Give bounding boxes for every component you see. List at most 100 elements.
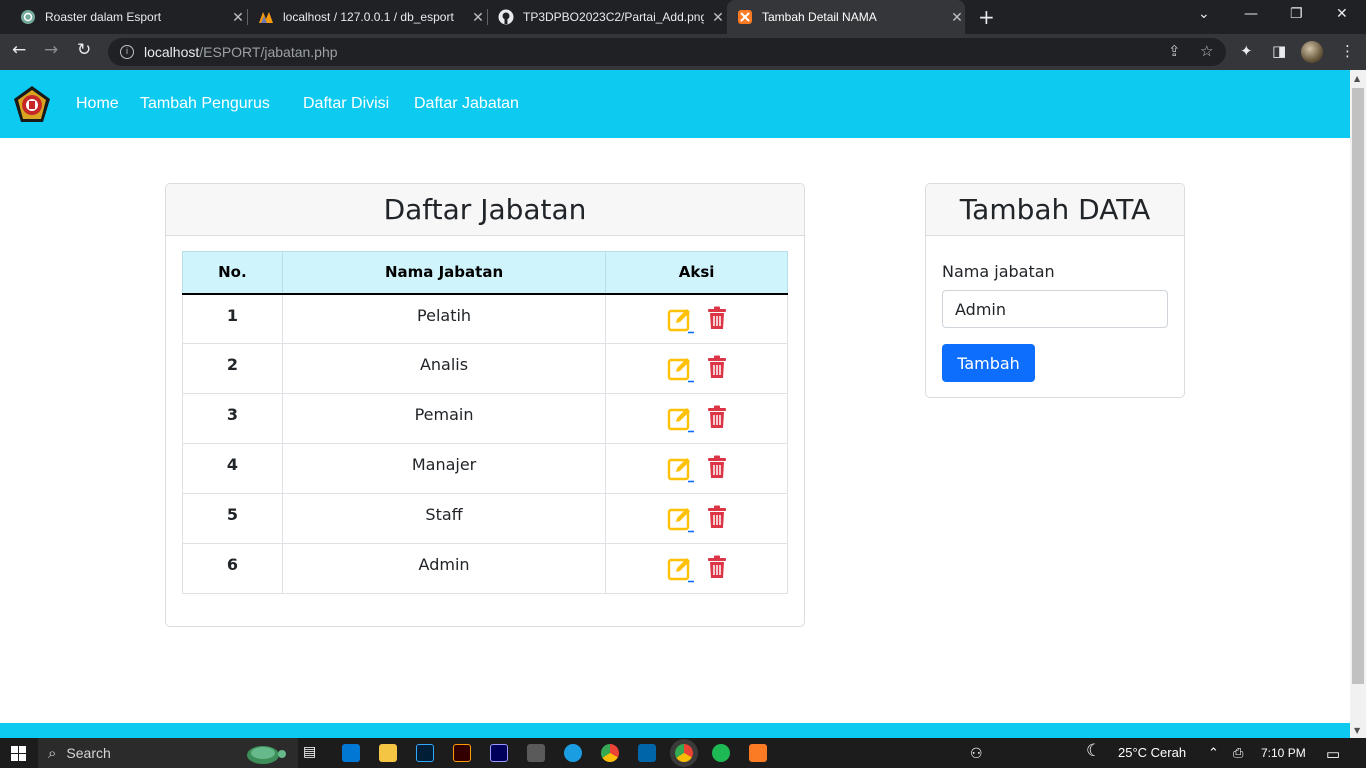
restore-icon[interactable]: ❐ [1290,6,1303,22]
close-tab-icon[interactable]: ✕ [710,9,726,26]
scrollbar-thumb[interactable] [1352,88,1364,684]
xampp-taskbar-icon[interactable] [749,744,767,762]
nav-link-home[interactable]: Home [76,95,119,113]
nama-jabatan-input[interactable] [942,290,1168,328]
back-icon[interactable]: ← [12,40,26,60]
minimize-icon[interactable]: — [1244,6,1258,22]
scroll-up-icon[interactable]: ▲ [1354,74,1360,83]
close-window-icon[interactable]: ✕ [1336,6,1348,22]
tambah-data-card: Tambah DATA Nama jabatan Tambah [925,183,1185,398]
weather-text[interactable]: 25°C Cerah [1118,745,1186,760]
browser-tab-active[interactable]: Tambah Detail NAMA ✕ [727,0,965,34]
file-explorer-icon[interactable] [379,744,397,762]
profile-avatar[interactable] [1301,41,1323,63]
row-actions [605,293,788,344]
row-number: 1 [182,293,283,344]
nama-jabatan-label: Nama jabatan [942,262,1055,281]
notification-icon[interactable]: ▭ [1326,745,1340,763]
row-nama-jabatan: Analis [281,343,607,394]
row-nama-jabatan: Manajer [281,443,607,494]
nav-link-daftar-jabatan[interactable]: Daftar Jabatan [414,95,519,113]
delete-icon[interactable] [707,455,727,479]
tab-title: Tambah Detail NAMA [762,10,877,24]
browser-tab[interactable]: localhost / 127.0.0.1 / db_esport ✕ [248,0,486,34]
taskbar-search[interactable]: ⌕ Search [38,738,298,768]
turtle-icon [247,746,286,764]
calculator-icon[interactable] [527,744,545,762]
table-row: 5 Staff [182,493,788,544]
browser-tab[interactable]: TP3DPBO2023C2/Partai_Add.png ✕ [488,0,726,34]
url-host: localhost [144,44,200,60]
clock[interactable]: 7:10 PM [1261,746,1306,760]
premiere-icon[interactable] [490,744,508,762]
vscode-icon[interactable] [638,744,656,762]
tab-title: Roaster dalam Esport [45,10,162,24]
row-number: 3 [182,393,283,444]
browser-tab[interactable]: Roaster dalam Esport ✕ [8,0,246,34]
footer-bar [0,723,1350,738]
reload-icon[interactable]: ↻ [77,40,91,60]
url-path: /ESPORT/jabatan.php [199,44,338,60]
row-actions [605,393,788,444]
tab-title: TP3DPBO2023C2/Partai_Add.png [523,10,704,24]
delete-icon[interactable] [707,505,727,529]
delete-icon[interactable] [707,355,727,379]
edge-icon[interactable] [564,744,582,762]
share-icon[interactable]: ⇪ [1168,42,1181,60]
close-tab-icon[interactable]: ✕ [230,9,246,26]
row-nama-jabatan: Admin [281,543,607,594]
xampp-icon [738,10,752,24]
openai-icon [21,10,35,24]
tab-search-icon[interactable]: ⌄ [1198,6,1210,22]
row-actions [605,493,788,544]
tambah-button[interactable]: Tambah [942,344,1035,382]
menu-icon[interactable]: ⋮ [1340,42,1355,60]
column-header-no: No. [182,251,283,295]
illustrator-icon[interactable] [453,744,471,762]
tray-device-icon[interactable]: ⎙ [1233,745,1243,761]
nav-link-tambah-pengurus[interactable]: Tambah Pengurus [140,95,270,113]
chrome-icon[interactable] [601,744,619,762]
nav-link-daftar-divisi[interactable]: Daftar Divisi [303,95,389,113]
row-nama-jabatan: Pelatih [281,293,607,344]
page-scrollbar[interactable]: ▲ ▼ [1350,70,1366,738]
new-tab-icon[interactable]: + [978,5,995,29]
task-view-icon[interactable]: ▤ [303,744,321,762]
bookmark-star-icon[interactable]: ☆ [1200,42,1213,60]
delete-icon[interactable] [707,306,727,330]
edit-icon[interactable] [667,405,695,433]
edit-icon[interactable] [667,306,695,334]
list-card-title: Daftar Jabatan [166,184,804,236]
tray-chevron-icon[interactable]: ⌃ [1208,745,1219,761]
side-panel-icon[interactable]: ◨ [1272,42,1286,60]
edit-icon[interactable] [667,555,695,583]
logo-icon[interactable] [12,85,52,125]
windows-start-icon[interactable] [11,746,26,761]
mail-icon[interactable] [342,744,360,762]
people-icon[interactable]: ⚇ [970,745,983,762]
scroll-down-icon[interactable]: ▼ [1354,726,1360,735]
delete-icon[interactable] [707,405,727,429]
table-header-row: No. Nama Jabatan Aksi [182,251,788,295]
edit-icon[interactable] [667,505,695,533]
edit-icon[interactable] [667,355,695,383]
chrome-active-icon[interactable] [675,744,693,762]
row-number: 6 [182,543,283,594]
row-actions [605,343,788,394]
spotify-icon[interactable] [712,744,730,762]
delete-icon[interactable] [707,555,727,579]
forward-icon[interactable]: → [44,40,58,60]
extensions-icon[interactable]: ✦ [1240,42,1253,60]
column-header-nama: Nama Jabatan [281,251,607,295]
table-row: 2 Analis [182,343,788,394]
address-bar[interactable]: i localhost /ESPORT/jabatan.php [108,38,1226,66]
weather-moon-icon[interactable]: ☾ [1086,741,1101,761]
photoshop-icon[interactable] [416,744,434,762]
site-info-icon[interactable]: i [120,45,134,59]
close-tab-icon[interactable]: ✕ [470,9,486,26]
edit-icon[interactable] [667,455,695,483]
row-number: 4 [182,443,283,494]
search-icon: ⌕ [48,744,57,762]
close-tab-icon[interactable]: ✕ [949,9,965,26]
row-number: 5 [182,493,283,544]
